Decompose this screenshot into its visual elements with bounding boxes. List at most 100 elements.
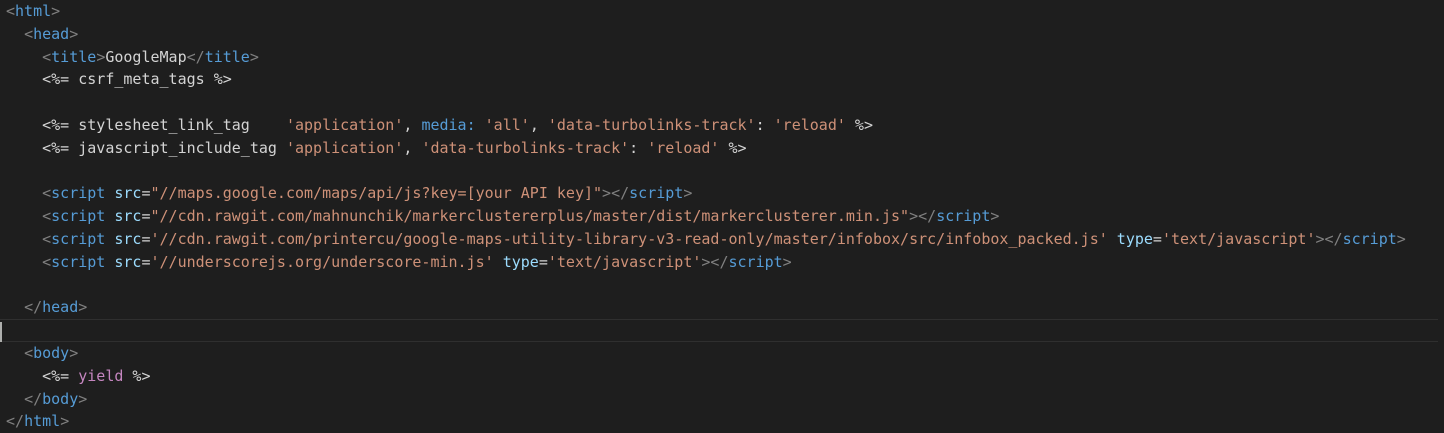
code-line[interactable]: <%= csrf_meta_tags %> [6, 68, 1438, 91]
code-line[interactable] [6, 160, 1438, 183]
code-token: > [78, 389, 88, 408]
code-token: media: [421, 115, 476, 134]
code-token: script [1342, 229, 1397, 248]
code-token: script [728, 252, 783, 271]
code-line[interactable] [6, 91, 1438, 114]
code-token: > [69, 343, 79, 362]
text-cursor [0, 321, 2, 342]
code-token: < [24, 24, 34, 43]
code-token: , [403, 115, 422, 134]
code-token: ></ [602, 184, 630, 203]
code-token: src [114, 184, 142, 203]
code-token: : [755, 115, 774, 134]
code-line[interactable]: <script src="//maps.google.com/maps/api/… [6, 182, 1438, 205]
code-line[interactable]: </body> [6, 388, 1438, 411]
code-token: type [502, 252, 539, 271]
code-line[interactable]: <%= stylesheet_link_tag 'application', m… [6, 114, 1438, 137]
code-editor[interactable]: <html> <head> <title>GoogleMap</title> <… [0, 0, 1444, 433]
code-token: head [33, 24, 70, 43]
code-token: > [96, 47, 106, 66]
code-token: script [629, 184, 684, 203]
code-line[interactable]: <script src='//cdn.rawgit.com/printercu/… [6, 228, 1438, 251]
code-token: = [1152, 229, 1162, 248]
code-line[interactable]: <head> [6, 23, 1438, 46]
code-token: = [141, 184, 151, 203]
code-token: title [204, 47, 250, 66]
code-token: ></ [909, 207, 937, 226]
code-token: </ [186, 47, 205, 66]
code-token: > [51, 2, 61, 20]
code-token: 'data-turbolinks-track' [421, 138, 630, 157]
code-token: </ [24, 389, 43, 408]
code-token: title [51, 47, 97, 66]
code-line[interactable]: <script src='//underscorejs.org/undersco… [6, 251, 1438, 274]
code-token: = [141, 252, 151, 271]
code-line[interactable]: <script src="//cdn.rawgit.com/mahnunchik… [6, 205, 1438, 228]
code-line[interactable]: <title>GoogleMap</title> [6, 46, 1438, 69]
code-token: "//cdn.rawgit.com/mahnunchik/markerclust… [150, 207, 910, 226]
code-line[interactable]: <body> [6, 342, 1438, 365]
code-line[interactable]: <%= yield %> [6, 365, 1438, 388]
code-token: %> [845, 115, 873, 134]
code-token: 'text/javascript' [547, 252, 702, 271]
code-token: = [141, 229, 151, 248]
code-token: > [60, 412, 70, 431]
code-token: 'text/javascript' [1161, 229, 1316, 248]
code-token: 'application' [285, 138, 404, 157]
code-token: GoogleMap [105, 47, 187, 66]
code-token: ></ [701, 252, 729, 271]
code-lines[interactable]: <html> <head> <title>GoogleMap</title> <… [0, 0, 1438, 433]
code-token: > [69, 24, 79, 43]
code-token: < [42, 252, 52, 271]
code-line-current[interactable] [0, 319, 1438, 342]
code-token: script [51, 207, 106, 226]
code-token: < [6, 2, 16, 20]
code-token: < [42, 184, 52, 203]
code-token: < [42, 47, 52, 66]
code-token: html [15, 2, 52, 20]
code-line[interactable]: <html> [6, 0, 1438, 23]
code-token: %> [719, 138, 747, 157]
code-line[interactable]: </html> [6, 410, 1438, 433]
code-token: > [683, 184, 693, 203]
code-token: script [51, 252, 106, 271]
code-line[interactable]: <%= javascript_include_tag 'application'… [6, 137, 1438, 160]
code-token: html [24, 412, 61, 431]
code-token: script [51, 184, 106, 203]
code-token: <%= stylesheet_link_tag [42, 115, 286, 134]
code-token: 'application' [285, 115, 404, 134]
code-token: ></ [1315, 229, 1343, 248]
code-token: src [114, 207, 142, 226]
code-line[interactable]: </head> [6, 296, 1438, 319]
code-token: < [42, 229, 52, 248]
code-token: , [403, 138, 422, 157]
code-token: body [33, 343, 70, 362]
code-token: < [24, 343, 34, 362]
code-token: > [782, 252, 792, 271]
code-token: 'reload' [647, 138, 720, 157]
code-line[interactable] [6, 274, 1438, 297]
code-token: <%= javascript_include_tag [42, 138, 286, 157]
code-token: script [936, 207, 991, 226]
code-token: = [538, 252, 548, 271]
code-token: body [42, 389, 79, 408]
code-token: > [1396, 229, 1406, 248]
code-token: %> [123, 366, 151, 385]
code-token: '//underscorejs.org/underscore-min.js' [150, 252, 494, 271]
code-token: src [114, 252, 142, 271]
code-token: "//maps.google.com/maps/api/js?key=[your… [150, 184, 603, 203]
code-token: type [1116, 229, 1153, 248]
code-token: script [51, 229, 106, 248]
code-token: head [42, 298, 79, 317]
